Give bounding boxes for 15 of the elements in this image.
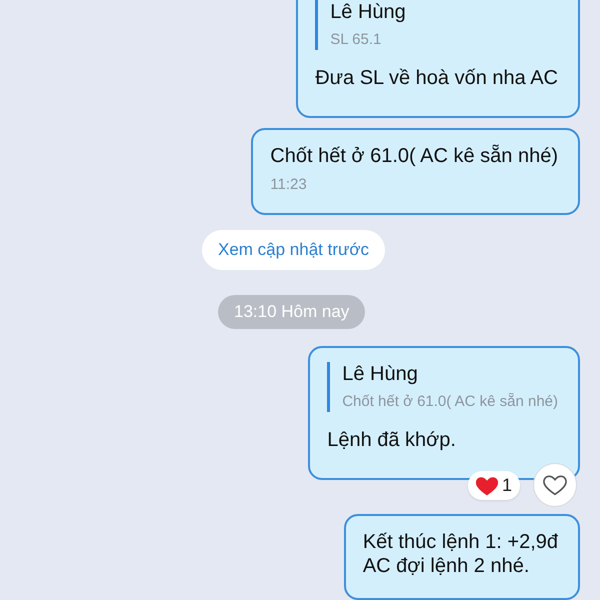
message-text: Đưa SL về hoà vốn nha AC — [315, 66, 558, 90]
heart-icon — [476, 476, 498, 496]
quote-text: Chốt hết ở 61.0( AC kê sẵn nhé) — [342, 392, 558, 412]
date-separator: 13:10 Hôm nay — [218, 295, 366, 329]
previous-updates-button[interactable]: Xem cập nhật trước — [202, 230, 386, 270]
message-text: Kết thúc lệnh 1: +2,9đ AC đợi lệnh 2 nhé. — [362, 530, 558, 578]
message-text: Lệnh đã khớp. — [327, 428, 457, 452]
message-time: 11:23 — [270, 176, 308, 193]
heart-icon — [543, 474, 567, 496]
quote-text: SL 65.1 — [330, 30, 382, 50]
react-button[interactable] — [533, 463, 577, 507]
quote-author: Lê Hùng — [342, 362, 419, 386]
quote-author: Lê Hùng — [330, 0, 407, 24]
message-text: Chốt hết ở 61.0( AC kê sẵn nhé) — [270, 144, 558, 168]
reaction-badge[interactable]: 1 — [468, 471, 520, 500]
